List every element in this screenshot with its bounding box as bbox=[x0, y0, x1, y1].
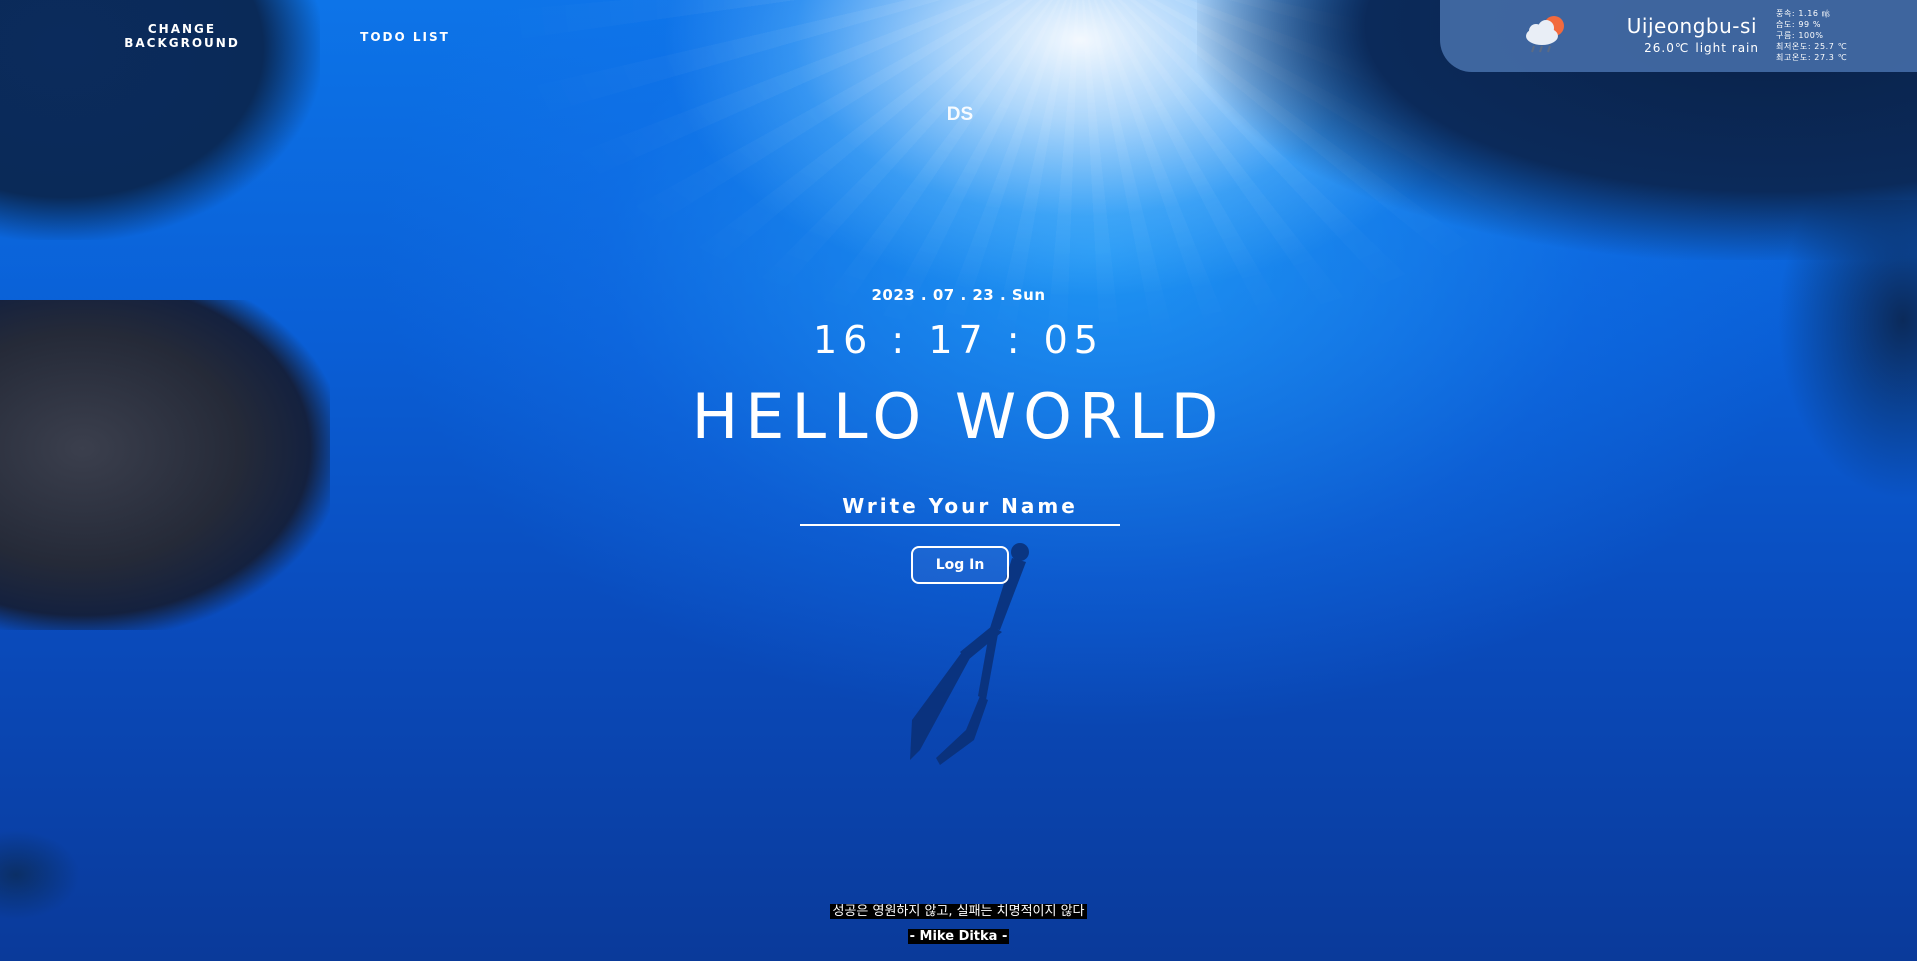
quote-author-line: - Mike Ditka - bbox=[0, 925, 1917, 944]
weather-clouds: 구름: 100% bbox=[1776, 31, 1824, 40]
quote-author: - Mike Ditka - bbox=[907, 929, 1010, 944]
todo-list-button[interactable]: TODO LIST bbox=[360, 30, 450, 44]
weather-details: 풍속: 1.16 ㎧ 습도: 99 % 구름: 100% 최저온도: 25.7 … bbox=[1776, 8, 1847, 63]
login-form bbox=[800, 490, 1120, 526]
weather-wind: 풍속: 1.16 ㎧ bbox=[1776, 9, 1831, 18]
date-display: 2023 . 07 . 23 . Sun bbox=[871, 286, 1046, 304]
weather-city: Uijeongbu-si bbox=[1626, 14, 1757, 38]
cloud-rain-sun-icon bbox=[1526, 16, 1564, 53]
weather-min-temp: 최저온도: 25.7 ℃ bbox=[1776, 42, 1848, 51]
weather-max-temp: 최고온도: 27.3 ℃ bbox=[1776, 53, 1848, 62]
logo: DS bbox=[946, 104, 974, 125]
weather-humidity: 습도: 99 % bbox=[1776, 20, 1822, 29]
quote-text: 성공은 영원하지 않고, 실패는 치명적이지 않다 bbox=[830, 904, 1087, 919]
weather-widget: Uijeongbu-si 26.0℃ light rain 풍속: 1.16 ㎧ … bbox=[1440, 0, 1917, 72]
name-input[interactable] bbox=[800, 490, 1120, 526]
weather-summary: 26.0℃ light rain bbox=[1638, 41, 1759, 55]
weather-temperature: 26.0℃ bbox=[1644, 41, 1690, 55]
change-background-button[interactable]: CHANGE BACKGROUND bbox=[122, 22, 242, 50]
weather-description: light rain bbox=[1695, 41, 1759, 55]
greeting-title: HELLO WORLD bbox=[691, 380, 1226, 453]
login-button[interactable]: Log In bbox=[911, 546, 1009, 584]
clock-display: 16 : 17 : 05 bbox=[813, 318, 1104, 362]
quote: 성공은 영원하지 않고, 실패는 치명적이지 않다 bbox=[0, 900, 1917, 919]
